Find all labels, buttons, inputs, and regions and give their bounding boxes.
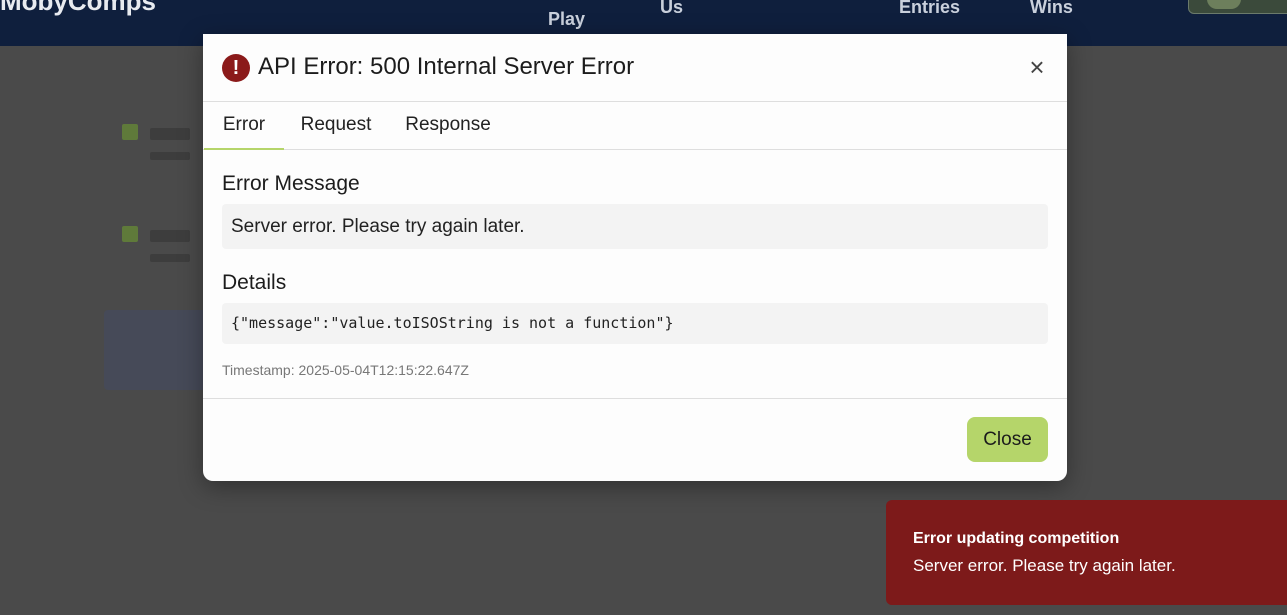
toast-message: Server error. Please try again later.	[913, 556, 1176, 575]
api-error-modal: ! API Error: 500 Internal Server Error ×…	[203, 34, 1067, 481]
tab-response[interactable]: Response	[399, 102, 497, 150]
details-code-box: {"message":"value.toISOString is not a f…	[222, 303, 1048, 344]
background-text	[150, 128, 190, 140]
modal-header: ! API Error: 500 Internal Server Error ×	[203, 34, 1067, 102]
details-label: Details	[222, 271, 287, 294]
error-message-box: Server error. Please try again later.	[222, 204, 1048, 249]
checkbox-icon	[122, 226, 138, 242]
toast-title: Error updating competition	[913, 530, 1120, 547]
error-message-label: Error Message	[222, 172, 360, 195]
background-text	[150, 254, 190, 262]
tab-error[interactable]: Error	[204, 102, 284, 150]
nav-item-entries[interactable]: Entries	[899, 0, 960, 18]
modal-footer-divider	[203, 398, 1067, 399]
modal-title: API Error: 500 Internal Server Error	[258, 53, 635, 80]
tab-request[interactable]: Request	[295, 102, 377, 150]
timestamp: Timestamp: 2025-05-04T12:15:22.647Z	[222, 362, 469, 378]
modal-tabs: Error Request Response	[203, 102, 1067, 150]
brand-logo[interactable]: MobyComps	[0, 0, 156, 17]
background-text	[150, 152, 190, 160]
user-toggle[interactable]	[1188, 0, 1287, 14]
close-icon[interactable]: ×	[1025, 54, 1049, 80]
toggle-knob	[1207, 0, 1241, 9]
background-text	[150, 230, 190, 242]
background-card	[104, 310, 214, 390]
checkbox-icon	[122, 124, 138, 140]
nav-item-us[interactable]: Us	[660, 0, 683, 18]
error-toast[interactable]: Error updating competition Server error.…	[886, 500, 1287, 605]
exclamation-circle-icon: !	[222, 54, 250, 82]
nav-item-wins[interactable]: Wins	[1030, 0, 1073, 18]
close-button[interactable]: Close	[967, 417, 1048, 462]
nav-item-play[interactable]: Play	[548, 8, 585, 30]
